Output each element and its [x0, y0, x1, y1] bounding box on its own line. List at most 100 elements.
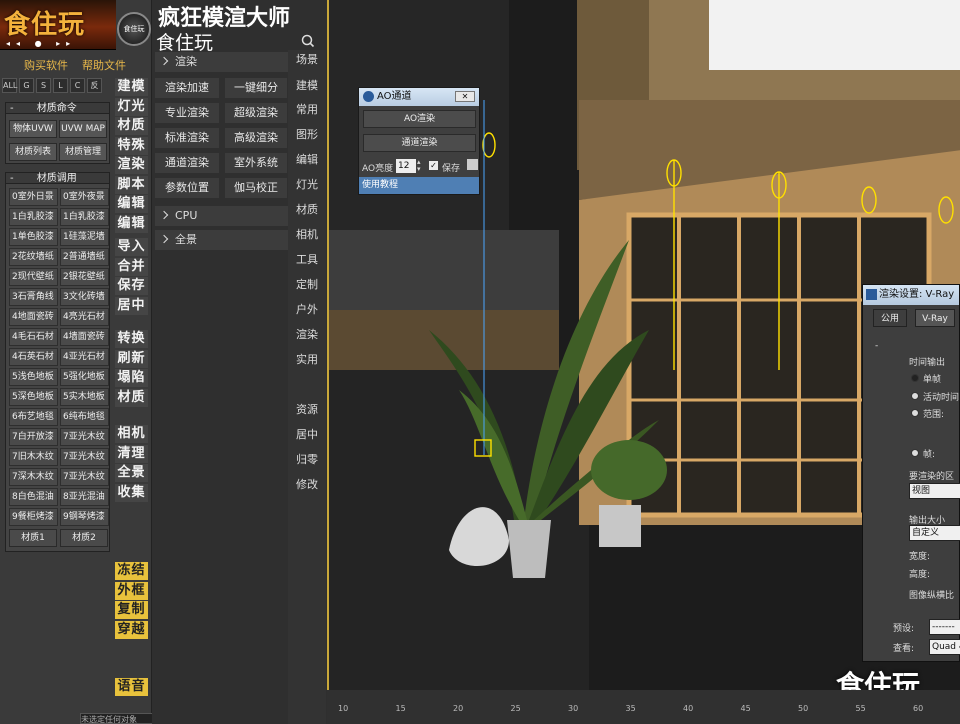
- filter-1[interactable]: G: [19, 78, 34, 93]
- tool-button[interactable]: 材质: [115, 388, 148, 407]
- material-tab-2[interactable]: 材质2: [60, 529, 108, 547]
- material-item[interactable]: 1白乳胶漆: [9, 208, 58, 226]
- material-item[interactable]: 6布艺地毯: [9, 408, 58, 426]
- material-list-button[interactable]: 材质列表: [9, 143, 57, 161]
- ao-render-button[interactable]: AO渲染: [363, 110, 476, 128]
- cpu-section-header[interactable]: CPU: [155, 206, 288, 226]
- filter-2[interactable]: S: [36, 78, 51, 93]
- radio-active-time[interactable]: [911, 392, 919, 400]
- material-item[interactable]: 2花纹墙纸: [9, 248, 58, 266]
- panorama-section-header[interactable]: 全景: [155, 230, 288, 250]
- tool-button[interactable]: 清理: [115, 444, 148, 463]
- nav-item[interactable]: 定制: [288, 277, 326, 293]
- uvw-map-button[interactable]: UVW MAP: [59, 120, 107, 138]
- nav-item[interactable]: 实用: [288, 352, 326, 368]
- material-item[interactable]: 7亚光木纹: [60, 468, 109, 486]
- nav-item[interactable]: 相机: [288, 227, 326, 243]
- material-item[interactable]: 8亚光混油: [60, 488, 109, 506]
- nav-item[interactable]: 居中: [288, 427, 326, 443]
- tool-button[interactable]: 材质: [115, 117, 148, 135]
- tool-button[interactable]: 灯光: [115, 97, 148, 116]
- render-button[interactable]: 一键细分: [225, 78, 287, 98]
- nav-item[interactable]: 常用: [288, 102, 326, 118]
- tool-button[interactable]: 穿越: [115, 620, 148, 639]
- material-item[interactable]: 8白色混油: [9, 488, 58, 506]
- filter-5[interactable]: 反: [87, 78, 102, 93]
- tool-button[interactable]: 编辑: [115, 214, 148, 233]
- material-item[interactable]: 1单色胶漆: [9, 228, 58, 246]
- nav-item[interactable]: 场景: [288, 52, 326, 68]
- nav-item[interactable]: 工具: [288, 252, 326, 268]
- nav-item[interactable]: 修改: [288, 477, 326, 493]
- render-button[interactable]: 伽马校正: [225, 178, 287, 198]
- material-item[interactable]: 7亚光木纹: [60, 448, 109, 466]
- material-item[interactable]: 1白乳胶漆: [60, 208, 109, 226]
- material-item[interactable]: 5强化地板: [60, 368, 109, 386]
- material-item[interactable]: 5深色地板: [9, 388, 58, 406]
- ao-dialog-titlebar[interactable]: AO通道 ✕: [359, 88, 479, 106]
- radio-range[interactable]: [911, 409, 919, 417]
- material-item[interactable]: 0室外日景: [9, 188, 58, 206]
- tab-vray[interactable]: V-Ray: [915, 309, 955, 327]
- render-button[interactable]: 参数位置: [155, 178, 219, 198]
- tool-button[interactable]: 渲染: [115, 156, 148, 174]
- material-manager-button[interactable]: 材质管理: [59, 143, 107, 161]
- tool-button[interactable]: 复制: [115, 601, 148, 619]
- material-item[interactable]: 9餐柜烤漆: [9, 508, 58, 526]
- material-item[interactable]: 4亚光石材: [60, 348, 109, 366]
- tool-button[interactable]: 转换: [115, 330, 148, 348]
- render-button[interactable]: 通道渲染: [155, 153, 219, 173]
- tool-button[interactable]: 合并: [115, 257, 148, 276]
- tutorial-link[interactable]: 使用教程: [359, 177, 479, 194]
- material-item[interactable]: 4石英石材: [9, 348, 58, 366]
- render-settings-titlebar[interactable]: 渲染设置: V-Ray: [863, 285, 959, 305]
- material-item[interactable]: 7白开放漆: [9, 428, 58, 446]
- view-select[interactable]: Quad 4: [929, 639, 960, 655]
- tool-button[interactable]: 刷新: [115, 349, 148, 368]
- material-item[interactable]: 2现代壁纸: [9, 268, 58, 286]
- object-uvw-button[interactable]: 物体UVW: [9, 120, 57, 138]
- ao-brightness-input[interactable]: 12: [396, 159, 416, 173]
- material-item[interactable]: 4地面瓷砖: [9, 308, 58, 326]
- search-icon[interactable]: [298, 34, 318, 48]
- tool-button[interactable]: 导入: [115, 238, 148, 256]
- player-controls[interactable]: ◂◂ ● ▸▸: [6, 39, 110, 47]
- tool-button[interactable]: 外框: [115, 581, 148, 600]
- radio-single-frame[interactable]: [911, 374, 919, 382]
- nav-item[interactable]: 渲染: [288, 327, 326, 343]
- tool-button[interactable]: 保存: [115, 277, 148, 295]
- material-item[interactable]: 9钢琴烤漆: [60, 508, 109, 526]
- render-button[interactable]: 高级渲染: [225, 128, 287, 148]
- material-item[interactable]: 4墙面瓷砖: [60, 328, 109, 346]
- render-section-header[interactable]: 渲染: [155, 52, 288, 72]
- material-item[interactable]: 6纯布地毯: [60, 408, 109, 426]
- render-button[interactable]: 标准渲染: [155, 128, 219, 148]
- material-item[interactable]: 4毛石石材: [9, 328, 58, 346]
- material-item[interactable]: 5浅色地板: [9, 368, 58, 386]
- material-tab-1[interactable]: 材质1: [9, 529, 57, 547]
- render-button[interactable]: 室外系统: [225, 153, 287, 173]
- nav-item[interactable]: 户外: [288, 302, 326, 318]
- material-item[interactable]: 7亚光木纹: [60, 428, 109, 446]
- voice-button[interactable]: 语音: [115, 678, 148, 696]
- nav-item[interactable]: 资源: [288, 402, 326, 418]
- tool-button[interactable]: 收集: [115, 483, 148, 502]
- help-file-link[interactable]: 帮助文件: [82, 57, 126, 73]
- close-icon[interactable]: ✕: [455, 91, 475, 102]
- buy-software-link[interactable]: 购买软件: [24, 57, 68, 73]
- tool-button[interactable]: 冻结: [115, 562, 148, 580]
- material-item[interactable]: 7深木木纹: [9, 468, 58, 486]
- material-item[interactable]: 0室外夜景: [60, 188, 109, 206]
- tool-button[interactable]: 全景: [115, 464, 148, 482]
- material-item[interactable]: 4亮光石材: [60, 308, 109, 326]
- material-item[interactable]: 3石膏角线: [9, 288, 58, 306]
- tool-button[interactable]: 居中: [115, 296, 148, 315]
- preset-select[interactable]: -------: [929, 619, 960, 635]
- tool-button[interactable]: 塌陷: [115, 369, 148, 387]
- tool-button[interactable]: 脚本: [115, 175, 148, 194]
- material-item[interactable]: 2普通墙纸: [60, 248, 109, 266]
- tool-button[interactable]: 编辑: [115, 195, 148, 213]
- material-item[interactable]: 7旧木木纹: [9, 448, 58, 466]
- channel-render-button[interactable]: 通道渲染: [363, 134, 476, 152]
- area-select[interactable]: 视图: [909, 483, 960, 499]
